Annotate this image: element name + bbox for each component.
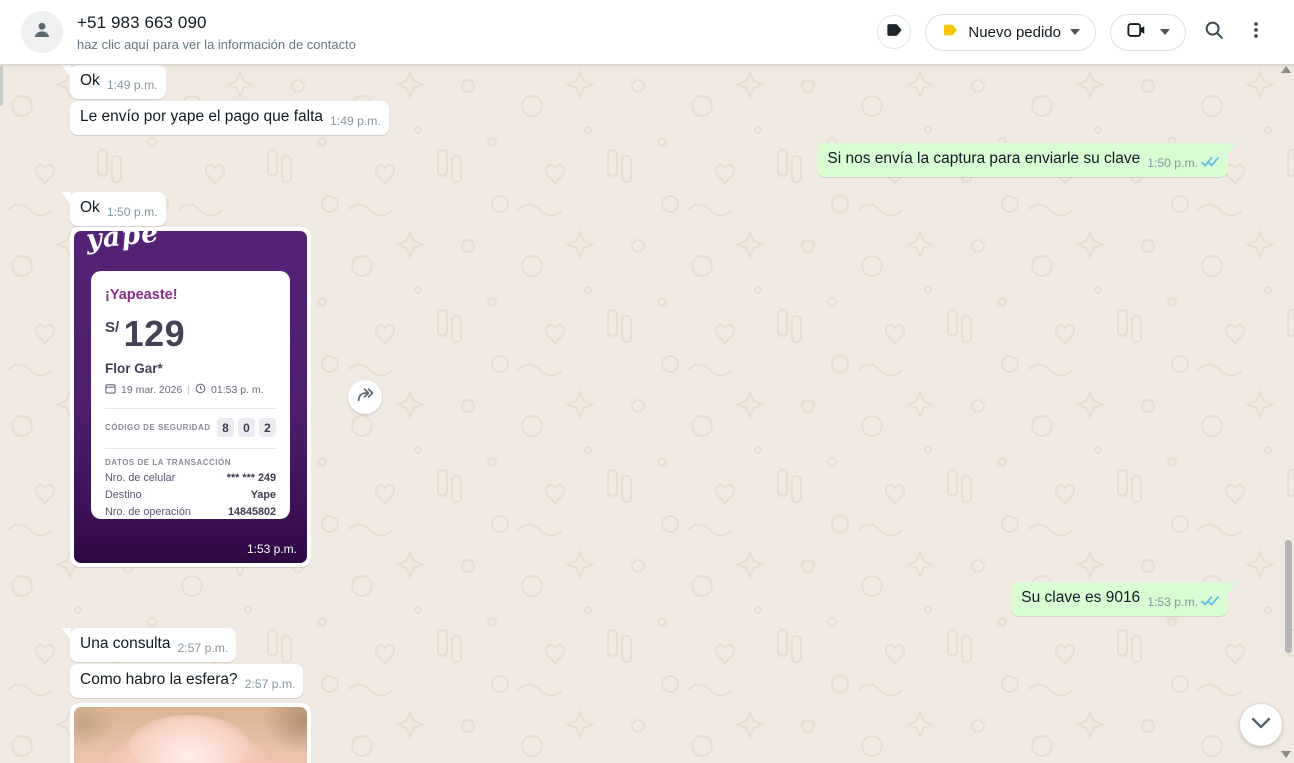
currency-symbol: S/ bbox=[105, 319, 119, 336]
message-text: Ok bbox=[80, 72, 100, 89]
video-call-button[interactable] bbox=[1110, 14, 1186, 51]
menu-button[interactable] bbox=[1242, 18, 1270, 46]
message-text: Le envío por yape el pago que falta bbox=[80, 108, 323, 125]
yape-amount: S/ 129 bbox=[105, 313, 276, 355]
security-digit: 8 bbox=[217, 418, 234, 437]
security-code-label: CÓDIGO DE SEGURIDAD bbox=[105, 423, 211, 432]
contact-subtitle: haz clic aquí para ver la información de… bbox=[77, 37, 356, 52]
amount-value: 129 bbox=[124, 313, 186, 354]
chevron-down-icon bbox=[1251, 716, 1271, 734]
message-time: 1:50 p.m. bbox=[1147, 153, 1198, 173]
search-icon bbox=[1203, 19, 1225, 46]
row-value: 14845802 bbox=[228, 506, 276, 518]
row-value: Yape bbox=[251, 489, 276, 501]
message-time: 1:49 p.m. bbox=[330, 111, 381, 131]
message-bubble-incoming[interactable]: Ok 1:49 p.m. bbox=[70, 65, 166, 99]
transaction-row: Nro. de operación 14845802 bbox=[105, 506, 276, 518]
message-bubble-outgoing[interactable]: Si nos envía la captura para enviarle su… bbox=[817, 143, 1228, 177]
message-bubble-incoming[interactable]: Le envío por yape el pago que falta 1:49 … bbox=[70, 101, 389, 135]
message-text: Ok bbox=[80, 199, 100, 216]
scrollbar-thumb[interactable] bbox=[1285, 540, 1292, 653]
divider bbox=[105, 448, 276, 449]
message-time: 1:53 p.m. bbox=[1147, 592, 1198, 612]
meta-separator: | bbox=[187, 384, 190, 396]
security-code-row: CÓDIGO DE SEGURIDAD 8 0 2 bbox=[105, 418, 276, 437]
read-receipt-icon bbox=[1201, 593, 1220, 613]
video-camera-icon bbox=[1126, 20, 1148, 45]
chevron-down-icon bbox=[1160, 29, 1170, 35]
row-label: Destino bbox=[105, 489, 142, 501]
left-panel-scrollbar-edge bbox=[0, 66, 3, 106]
payer-name: Flor Gar* bbox=[105, 361, 276, 376]
forward-message-button[interactable] bbox=[348, 380, 382, 414]
message-bubble-incoming[interactable]: Ok 1:50 p.m. bbox=[70, 192, 166, 226]
message-bubble-incoming[interactable]: Una consulta 2:57 p.m. bbox=[70, 628, 236, 662]
message-text: Como habro la esfera? bbox=[80, 671, 238, 688]
contact-info[interactable]: +51 983 663 090 haz clic aquí para ver l… bbox=[77, 13, 356, 52]
new-order-button[interactable]: Nuevo pedido bbox=[925, 14, 1096, 51]
message-text: Si nos envía la captura para enviarle su… bbox=[827, 150, 1140, 167]
transaction-row: Destino Yape bbox=[105, 489, 276, 501]
message-bubble-incoming[interactable]: Como habro la esfera? 2:57 p.m. bbox=[70, 664, 303, 698]
yape-logo: yape bbox=[85, 231, 161, 256]
forward-icon bbox=[355, 386, 375, 409]
transaction-section-label: DATOS DE LA TRANSACCIÓN bbox=[105, 458, 276, 467]
contact-avatar[interactable] bbox=[21, 11, 63, 53]
contact-title: +51 983 663 090 bbox=[77, 13, 356, 33]
date-text: 19 mar. 2026 bbox=[121, 384, 182, 396]
conversation-panel: Ok 1:49 p.m. Le envío por yape el pago qu… bbox=[0, 64, 1294, 763]
read-receipt-icon bbox=[1201, 154, 1220, 174]
message-time: 2:57 p.m. bbox=[245, 674, 296, 694]
chat-header: +51 983 663 090 haz clic aquí para ver l… bbox=[0, 0, 1294, 64]
new-order-label: Nuevo pedido bbox=[968, 24, 1061, 41]
message-bubble-outgoing[interactable]: Su clave es 9016 1:53 p.m. bbox=[1011, 582, 1228, 616]
calendar-icon bbox=[105, 383, 116, 397]
scroll-to-bottom-button[interactable] bbox=[1240, 704, 1282, 746]
yape-card: ¡Yapeaste! S/ 129 Flor Gar* 19 mar. 2026… bbox=[91, 271, 290, 519]
rose-photo bbox=[74, 707, 307, 763]
scrollbar-down-arrow[interactable] bbox=[1281, 751, 1291, 758]
divider bbox=[105, 408, 276, 409]
time-text: 01:53 p. m. bbox=[211, 384, 264, 396]
security-code-digits: 8 0 2 bbox=[217, 418, 276, 437]
row-label: Nro. de operación bbox=[105, 506, 191, 518]
image-message-time: 1:53 p.m. bbox=[247, 542, 297, 556]
yape-receipt: yape ¡Yapeaste! S/ 129 Flor Gar* 19 mar.… bbox=[74, 231, 307, 563]
message-image-yape-receipt[interactable]: yape ¡Yapeaste! S/ 129 Flor Gar* 19 mar.… bbox=[70, 227, 311, 567]
yape-title: ¡Yapeaste! bbox=[105, 287, 276, 303]
security-digit: 0 bbox=[238, 418, 255, 437]
order-tag-icon bbox=[941, 21, 959, 44]
clock-icon bbox=[195, 383, 206, 397]
message-time: 1:50 p.m. bbox=[107, 202, 158, 222]
search-button[interactable] bbox=[1200, 18, 1228, 46]
labels-button[interactable] bbox=[877, 15, 911, 49]
message-text: Una consulta bbox=[80, 635, 170, 652]
security-digit: 2 bbox=[259, 418, 276, 437]
row-value: *** *** 249 bbox=[227, 472, 276, 484]
message-time: 1:49 p.m. bbox=[107, 75, 158, 95]
label-tag-icon bbox=[884, 20, 904, 45]
kebab-menu-icon bbox=[1245, 19, 1267, 46]
scrollbar-up-arrow[interactable] bbox=[1281, 66, 1291, 73]
message-text: Su clave es 9016 bbox=[1021, 589, 1140, 606]
message-time: 2:57 p.m. bbox=[177, 638, 228, 658]
header-actions: Nuevo pedido bbox=[877, 14, 1294, 51]
row-label: Nro. de celular bbox=[105, 472, 175, 484]
message-image-rose-photo[interactable] bbox=[70, 703, 311, 763]
chevron-down-icon bbox=[1070, 29, 1080, 35]
transaction-row: Nro. de celular *** *** 249 bbox=[105, 472, 276, 484]
person-icon bbox=[30, 18, 54, 47]
yape-datetime: 19 mar. 2026 | 01:53 p. m. bbox=[105, 383, 276, 397]
